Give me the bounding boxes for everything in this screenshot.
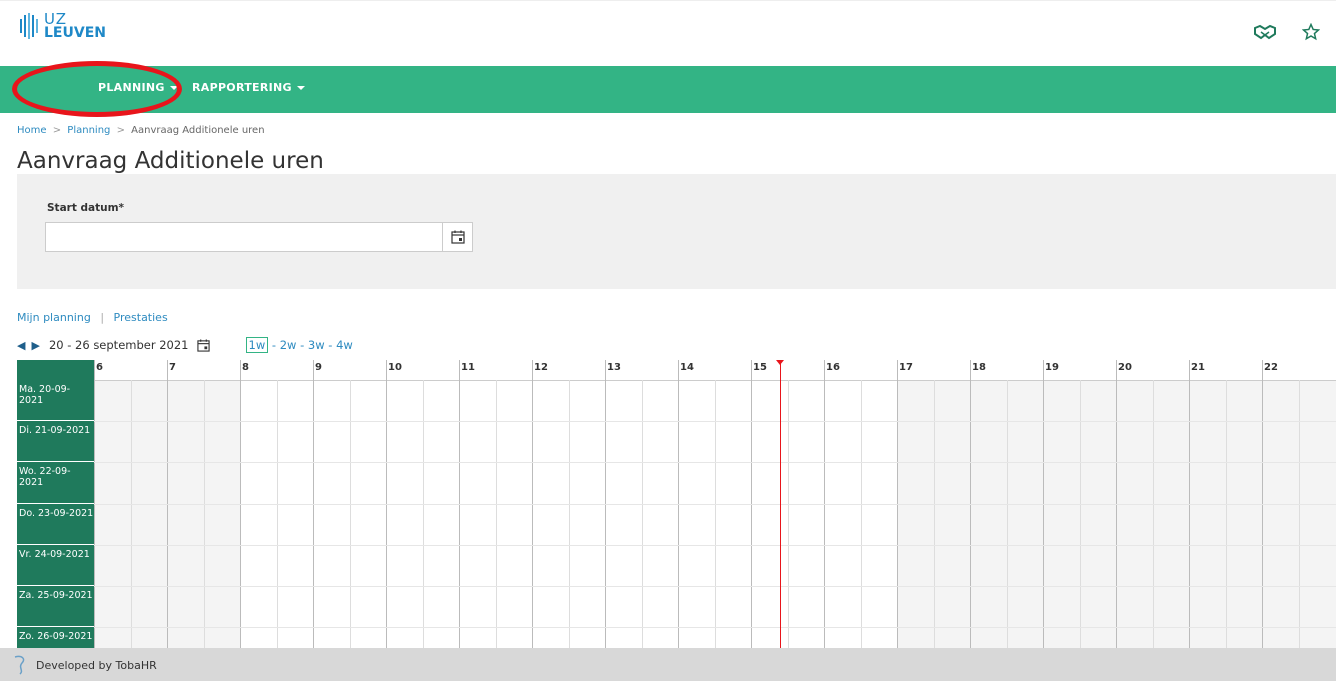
grid-header-line	[17, 380, 1336, 381]
star-icon[interactable]	[1301, 22, 1321, 45]
day-row-line	[94, 462, 1336, 464]
subnav-separator: |	[100, 311, 105, 324]
half-hour-gridline	[1079, 380, 1081, 648]
week-span-selector: 1w - 2w - 3w - 4w	[245, 337, 353, 353]
hour-label: 9	[315, 362, 322, 373]
hour-label: 14	[680, 362, 694, 373]
form-panel: Start datum*	[17, 174, 1336, 289]
hour-label: 20	[1118, 362, 1132, 373]
hour-label: 11	[461, 362, 475, 373]
half-hour-gridline	[495, 380, 497, 648]
day-row-header: Ma. 20-09-2021	[17, 380, 94, 422]
calendar-icon	[450, 230, 465, 244]
nav-planning[interactable]: PLANNING	[98, 81, 178, 94]
week-option-1w[interactable]: 1w	[245, 337, 269, 353]
main-navigation: PLANNING RAPPORTERING	[0, 66, 1336, 113]
half-hour-gridline	[1006, 380, 1008, 648]
hour-label: 13	[607, 362, 621, 373]
previous-week-arrow-icon[interactable]: ◀	[17, 339, 25, 352]
mijn-planning-link[interactable]: Mijn planning	[17, 311, 91, 324]
start-date-input[interactable]	[45, 222, 443, 252]
breadcrumb-home[interactable]: Home	[17, 125, 47, 136]
prestaties-link[interactable]: Prestaties	[114, 311, 168, 324]
week-option-separator: -	[296, 338, 308, 352]
week-option-separator: -	[268, 338, 280, 352]
week-range: 20 - 26 september 2021	[48, 338, 189, 352]
day-row-line	[94, 586, 1336, 587]
day-row-line	[94, 421, 1336, 423]
day-row-header: Do. 23-09-2021	[17, 503, 94, 545]
hour-label: 6	[96, 362, 103, 373]
day-row-line	[94, 544, 1336, 546]
uz-leuven-emblem-icon	[20, 13, 38, 39]
day-row-line	[94, 627, 1336, 629]
hour-label: 8	[242, 362, 249, 373]
hour-label: 17	[899, 362, 913, 373]
week-toolbar: ◀ ▶ 20 - 26 september 2021 1w - 2w - 3w …	[17, 337, 353, 353]
hour-label: 18	[972, 362, 986, 373]
day-row-header: Vr. 24-09-2021	[17, 544, 94, 586]
half-hour-gridline	[130, 380, 132, 648]
top-header: UZ LEUVEN	[0, 0, 1336, 66]
half-hour-gridline	[1152, 380, 1154, 648]
hour-label: 19	[1045, 362, 1059, 373]
grid-corner-cell	[17, 360, 94, 380]
week-option-3w[interactable]: 3w	[308, 338, 325, 352]
day-row-header: Di. 21-09-2021	[17, 421, 94, 463]
half-hour-gridline	[422, 380, 424, 648]
logo-line-2: LEUVEN	[44, 25, 106, 41]
week-option-separator: -	[324, 338, 337, 352]
half-hour-gridline	[349, 380, 351, 648]
half-hour-gridline	[1225, 380, 1227, 648]
tobahr-logo-icon	[14, 655, 25, 675]
breadcrumb-separator: >	[52, 125, 62, 136]
half-hour-gridline	[1298, 380, 1300, 648]
hour-label: 16	[826, 362, 840, 373]
day-row-header: Zo. 26-09-2021	[17, 627, 94, 648]
current-time-marker-icon	[776, 360, 785, 365]
chevron-down-icon	[169, 86, 178, 90]
hour-label: 7	[169, 362, 176, 373]
current-time-line	[780, 360, 782, 648]
planning-subnav: Mijn planning | Prestaties	[17, 311, 168, 324]
page-title: Aanvraag Additionele uren	[17, 148, 324, 174]
hour-label: 15	[753, 362, 767, 373]
chevron-down-icon	[296, 86, 305, 90]
next-week-arrow-icon[interactable]: ▶	[31, 339, 39, 352]
half-hour-gridline	[203, 380, 205, 648]
footer: Developed by TobaHR	[0, 648, 1336, 681]
hour-label: 21	[1191, 362, 1205, 373]
calendar-icon	[196, 338, 210, 352]
breadcrumb-current: Aanvraag Additionele uren	[131, 125, 265, 136]
day-row-header: Za. 25-09-2021	[17, 586, 94, 628]
half-hour-gridline	[276, 380, 278, 648]
half-hour-gridline	[933, 380, 935, 648]
day-row-header: Wo. 22-09-2021	[17, 462, 94, 504]
schedule-grid[interactable]: 6 7 8 9 10 11 12 13 14 15 16 17 18 19 20 21 22 Ma. 20-09-…	[17, 360, 1336, 648]
half-hour-gridline	[568, 380, 570, 648]
nav-planning-label: PLANNING	[98, 81, 165, 94]
start-date-calendar-button[interactable]	[443, 222, 473, 252]
half-hour-gridline	[714, 380, 716, 648]
nav-rapportering-label: RAPPORTERING	[192, 81, 292, 94]
start-date-label: Start datum*	[47, 202, 125, 214]
breadcrumb: Home > Planning > Aanvraag Additionele u…	[17, 125, 265, 136]
half-hour-gridline	[787, 380, 789, 648]
day-row-line	[94, 503, 1336, 505]
breadcrumb-separator: >	[116, 125, 125, 136]
hour-label: 10	[388, 362, 402, 373]
hour-label: 22	[1264, 362, 1278, 373]
half-hour-gridline	[641, 380, 643, 648]
week-calendar-button[interactable]	[196, 338, 210, 352]
logo-line-1: UZ	[44, 10, 67, 28]
half-hour-gridline	[860, 380, 862, 648]
week-option-2w[interactable]: 2w	[280, 338, 297, 352]
handshake-icon[interactable]	[1254, 24, 1276, 44]
footer-credit: Developed by TobaHR	[36, 659, 157, 672]
hour-label: 12	[534, 362, 548, 373]
week-option-4w[interactable]: 4w	[336, 338, 353, 352]
nav-rapportering[interactable]: RAPPORTERING	[192, 81, 305, 94]
breadcrumb-planning[interactable]: Planning	[67, 125, 110, 136]
uz-leuven-logo[interactable]: UZ LEUVEN	[18, 11, 106, 41]
